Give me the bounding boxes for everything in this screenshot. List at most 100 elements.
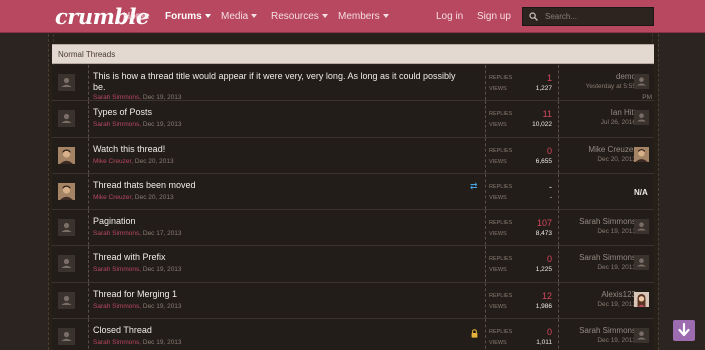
views-label: VIEWS (489, 231, 507, 238)
last-post-user[interactable]: Sarah Simmons (562, 326, 636, 336)
replies-label: REPLIES (489, 329, 513, 336)
last-post-user[interactable]: Mike Creuzer (562, 145, 636, 155)
search-input[interactable] (545, 10, 650, 23)
scroll-down-button[interactable] (673, 320, 695, 341)
last-post-date[interactable]: Dec 19, 2013 (562, 227, 636, 236)
thread-row[interactable]: Thread for Merging 1 Sarah Simmons, Dec … (52, 282, 654, 320)
column-divider (88, 137, 89, 173)
thread-date: Dec 19, 2013 (142, 266, 182, 274)
column-divider (88, 282, 89, 319)
replies-count: 0 (546, 145, 552, 156)
replies-label: REPLIES (489, 75, 513, 81)
avatar[interactable] (58, 182, 75, 200)
user-icon (61, 77, 72, 87)
last-post-date[interactable]: Dec 19, 2013 (562, 300, 636, 309)
thread-row[interactable]: Watch this thread! Mike Creuzer, Dec 20,… (52, 137, 654, 174)
avatar[interactable] (58, 255, 75, 273)
thread-stats: REPLIES 11 VIEWS 10,022 (489, 109, 553, 131)
last-post-avatar[interactable] (634, 219, 649, 235)
thread-stats: REPLIES 0 VIEWS 1,011 (489, 327, 553, 349)
column-divider (88, 101, 89, 137)
last-post-user[interactable]: Sarah Simmons (562, 253, 636, 263)
nav-members[interactable]: Members (338, 11, 389, 22)
replies-label: REPLIES (489, 292, 513, 299)
thread-list: This is how a thread title would appear … (52, 65, 654, 350)
user-icon (61, 295, 72, 305)
thread-author[interactable]: Mike Creuzer (93, 158, 131, 165)
last-post-avatar[interactable] (634, 146, 649, 162)
replies-count: 1 (546, 73, 552, 83)
last-post-avatar[interactable] (634, 255, 649, 271)
last-post-date[interactable]: Yesterday at 5:55 (562, 82, 636, 91)
thread-stats: REPLIES 0 VIEWS 1,225 (489, 254, 553, 276)
last-post-user[interactable]: Sarah Simmons (562, 217, 636, 227)
thread-author[interactable]: Sarah Simmons (93, 94, 139, 101)
views-label: VIEWS (489, 194, 507, 201)
column-divider (88, 65, 89, 101)
thread-row[interactable]: This is how a thread title would appear … (52, 65, 654, 102)
last-post-date[interactable]: Dec 20, 2013 (562, 155, 636, 164)
avatar[interactable] (58, 291, 75, 309)
last-post: Sarah Simmons Dec 19, 2013 (562, 217, 636, 236)
last-post-date[interactable]: Dec 19, 2013 (562, 336, 636, 345)
thread-row[interactable]: Thread thats been moved Mike Creuzer, De… (52, 173, 654, 211)
last-post-user[interactable]: Ian Hitt (562, 108, 636, 118)
thread-title[interactable]: Types of Posts (93, 107, 465, 118)
views-count: 1,225 (535, 266, 552, 274)
last-post-avatar[interactable] (634, 291, 649, 307)
last-post-avatar[interactable] (634, 328, 649, 344)
views-label: VIEWS (489, 86, 507, 92)
thread-author[interactable]: Sarah Simmons (93, 303, 139, 310)
user-icon (637, 222, 646, 231)
column-divider (558, 246, 559, 282)
thread-title[interactable]: Thread thats been moved (93, 180, 465, 191)
thread-author[interactable]: Sarah Simmons (93, 230, 139, 237)
thread-author[interactable]: Sarah Simmons (93, 339, 139, 346)
user-icon (61, 259, 72, 269)
views-label: VIEWS (489, 267, 507, 274)
last-post-date[interactable]: Dec 19, 2013 (562, 263, 636, 272)
user-icon (637, 113, 646, 122)
last-post-user[interactable]: demo (562, 72, 636, 82)
thread-row[interactable]: Pagination Sarah Simmons, Dec 17, 2013 R… (52, 210, 654, 247)
login-link[interactable]: Log in (436, 11, 463, 22)
nav-media[interactable]: Media (221, 11, 258, 22)
chevron-down-icon (382, 14, 389, 18)
thread-title[interactable]: Thread for Merging 1 (93, 289, 465, 300)
thread-date: Dec 20, 2013 (134, 157, 174, 165)
nav-forums-label: Forums (165, 11, 202, 22)
last-post-avatar[interactable] (634, 110, 649, 126)
thread-meta: Sarah Simmons, Dec 19, 2013 (93, 302, 182, 310)
replies-label: REPLIES (489, 220, 513, 227)
thread-title[interactable]: Watch this thread! (93, 144, 465, 155)
last-post-avatar[interactable] (634, 74, 649, 89)
column-divider (558, 319, 559, 350)
thread-title[interactable]: Pagination (93, 216, 465, 227)
avatar[interactable] (58, 328, 75, 346)
nav-home[interactable]: Home (123, 11, 150, 22)
thread-title[interactable]: Closed Thread (93, 325, 465, 336)
thread-author[interactable]: Mike Creuzer (93, 194, 131, 201)
avatar[interactable] (58, 74, 75, 91)
last-post-date[interactable]: Jul 26, 2016 (562, 118, 636, 127)
column-divider (558, 137, 559, 173)
nav-resources[interactable]: Resources (271, 11, 328, 22)
avatar[interactable] (58, 219, 75, 237)
last-post-user[interactable]: Alexis123 (562, 290, 636, 300)
moved-arrow-icon: ⇄ (470, 180, 478, 191)
thread-row[interactable]: Thread with Prefix Sarah Simmons, Dec 19… (52, 246, 654, 283)
column-divider (485, 282, 486, 319)
thread-row[interactable]: Types of Posts Sarah Simmons, Dec 19, 20… (52, 101, 654, 138)
thread-row[interactable]: Closed Thread Sarah Simmons, Dec 19, 201… (52, 319, 654, 350)
thread-author[interactable]: Sarah Simmons (93, 121, 139, 128)
avatar[interactable] (58, 146, 75, 164)
thread-author[interactable]: Sarah Simmons (93, 266, 139, 273)
thread-title[interactable]: This is how a thread title would appear … (93, 71, 465, 93)
column-divider (88, 246, 89, 282)
nav-forums[interactable]: Forums (165, 11, 211, 22)
last-post-na: N/A (634, 187, 648, 197)
thread-title[interactable]: Thread with Prefix (93, 252, 465, 263)
signup-link[interactable]: Sign up (477, 11, 511, 22)
last-post: demo Yesterday at 5:55 PM (562, 72, 652, 101)
avatar[interactable] (58, 110, 75, 128)
